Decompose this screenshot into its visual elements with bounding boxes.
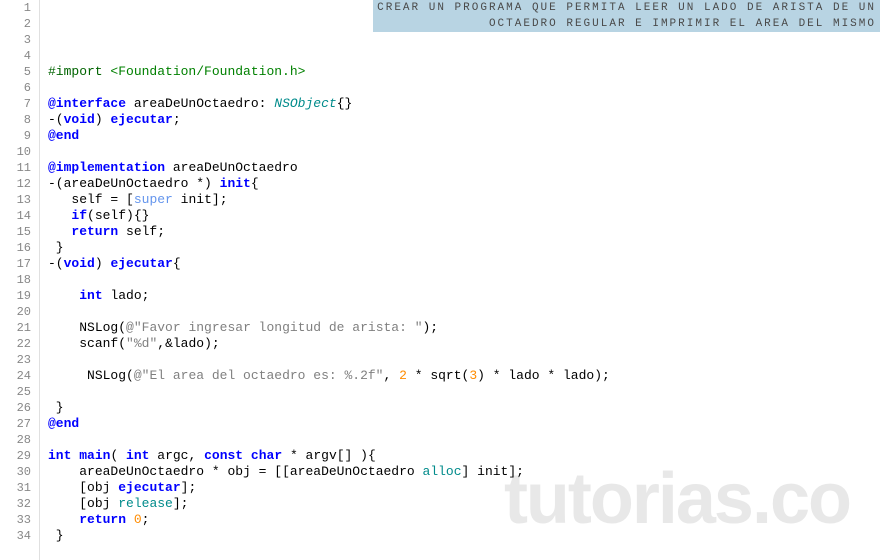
code-line: scanf("%d",&lado); xyxy=(48,336,880,352)
line-number: 3 xyxy=(0,32,31,48)
code-line: @interface areaDeUnOctaedro: NSObject{} xyxy=(48,96,880,112)
code-line: @end xyxy=(48,416,880,432)
line-number: 1 xyxy=(0,0,31,16)
code-line: return self; xyxy=(48,224,880,240)
line-number: 4 xyxy=(0,48,31,64)
line-number: 32 xyxy=(0,496,31,512)
code-line: int lado; xyxy=(48,288,880,304)
line-number: 11 xyxy=(0,160,31,176)
code-line: areaDeUnOctaedro * obj = [[areaDeUnOctae… xyxy=(48,464,880,480)
code-line: } xyxy=(48,528,880,544)
line-number: 19 xyxy=(0,288,31,304)
line-number: 20 xyxy=(0,304,31,320)
code-line xyxy=(48,384,880,400)
comment-text: CREAR UN PROGRAMA QUE PERMITA LEER UN LA… xyxy=(377,0,876,16)
code-line xyxy=(48,432,880,448)
code-line xyxy=(48,48,880,64)
code-line: [obj ejecutar]; xyxy=(48,480,880,496)
line-number: 29 xyxy=(0,448,31,464)
line-number: 34 xyxy=(0,528,31,544)
code-line: -(void) ejecutar{ xyxy=(48,256,880,272)
line-number: 26 xyxy=(0,400,31,416)
comment-text: OCTAEDRO REGULAR E IMPRIMIR EL AREA DEL … xyxy=(377,16,876,32)
code-content[interactable]: CREAR UN PROGRAMA QUE PERMITA LEER UN LA… xyxy=(40,0,880,560)
line-number: 17 xyxy=(0,256,31,272)
code-line: @end xyxy=(48,128,880,144)
code-line xyxy=(48,80,880,96)
line-number: 14 xyxy=(0,208,31,224)
line-number: 9 xyxy=(0,128,31,144)
code-line: } xyxy=(48,240,880,256)
code-line xyxy=(48,352,880,368)
line-number: 16 xyxy=(0,240,31,256)
line-number: 31 xyxy=(0,480,31,496)
code-line: #import <Foundation/Foundation.h> xyxy=(48,64,880,80)
line-number: 10 xyxy=(0,144,31,160)
line-number: 24 xyxy=(0,368,31,384)
code-line: if(self){} xyxy=(48,208,880,224)
line-number: 23 xyxy=(0,352,31,368)
code-line xyxy=(48,144,880,160)
code-line: @implementation areaDeUnOctaedro xyxy=(48,160,880,176)
code-line: self = [super init]; xyxy=(48,192,880,208)
code-editor: 1 2 3 4 5 6 7 8 9 10 11 12 13 14 15 16 1… xyxy=(0,0,880,560)
code-line: -(void) ejecutar; xyxy=(48,112,880,128)
line-number: 6 xyxy=(0,80,31,96)
line-number: 8 xyxy=(0,112,31,128)
line-number: 15 xyxy=(0,224,31,240)
code-line: int main( int argc, const char * argv[] … xyxy=(48,448,880,464)
line-number: 13 xyxy=(0,192,31,208)
code-line: NSLog(@"Favor ingresar longitud de arist… xyxy=(48,320,880,336)
line-number: 28 xyxy=(0,432,31,448)
code-line xyxy=(48,272,880,288)
line-number: 27 xyxy=(0,416,31,432)
line-gutter: 1 2 3 4 5 6 7 8 9 10 11 12 13 14 15 16 1… xyxy=(0,0,40,560)
code-line xyxy=(48,304,880,320)
line-number: 18 xyxy=(0,272,31,288)
line-number: 21 xyxy=(0,320,31,336)
line-number: 30 xyxy=(0,464,31,480)
code-line: NSLog(@"El area del octaedro es: %.2f", … xyxy=(48,368,880,384)
code-line: } xyxy=(48,400,880,416)
line-number: 25 xyxy=(0,384,31,400)
code-line: -(areaDeUnOctaedro *) init{ xyxy=(48,176,880,192)
line-number: 2 xyxy=(0,16,31,32)
line-number: 5 xyxy=(0,64,31,80)
code-line: [obj release]; xyxy=(48,496,880,512)
line-number: 7 xyxy=(0,96,31,112)
line-number: 12 xyxy=(0,176,31,192)
highlighted-comment: CREAR UN PROGRAMA QUE PERMITA LEER UN LA… xyxy=(373,0,880,32)
line-number: 33 xyxy=(0,512,31,528)
code-line xyxy=(48,32,880,48)
code-line: return 0; xyxy=(48,512,880,528)
line-number: 22 xyxy=(0,336,31,352)
